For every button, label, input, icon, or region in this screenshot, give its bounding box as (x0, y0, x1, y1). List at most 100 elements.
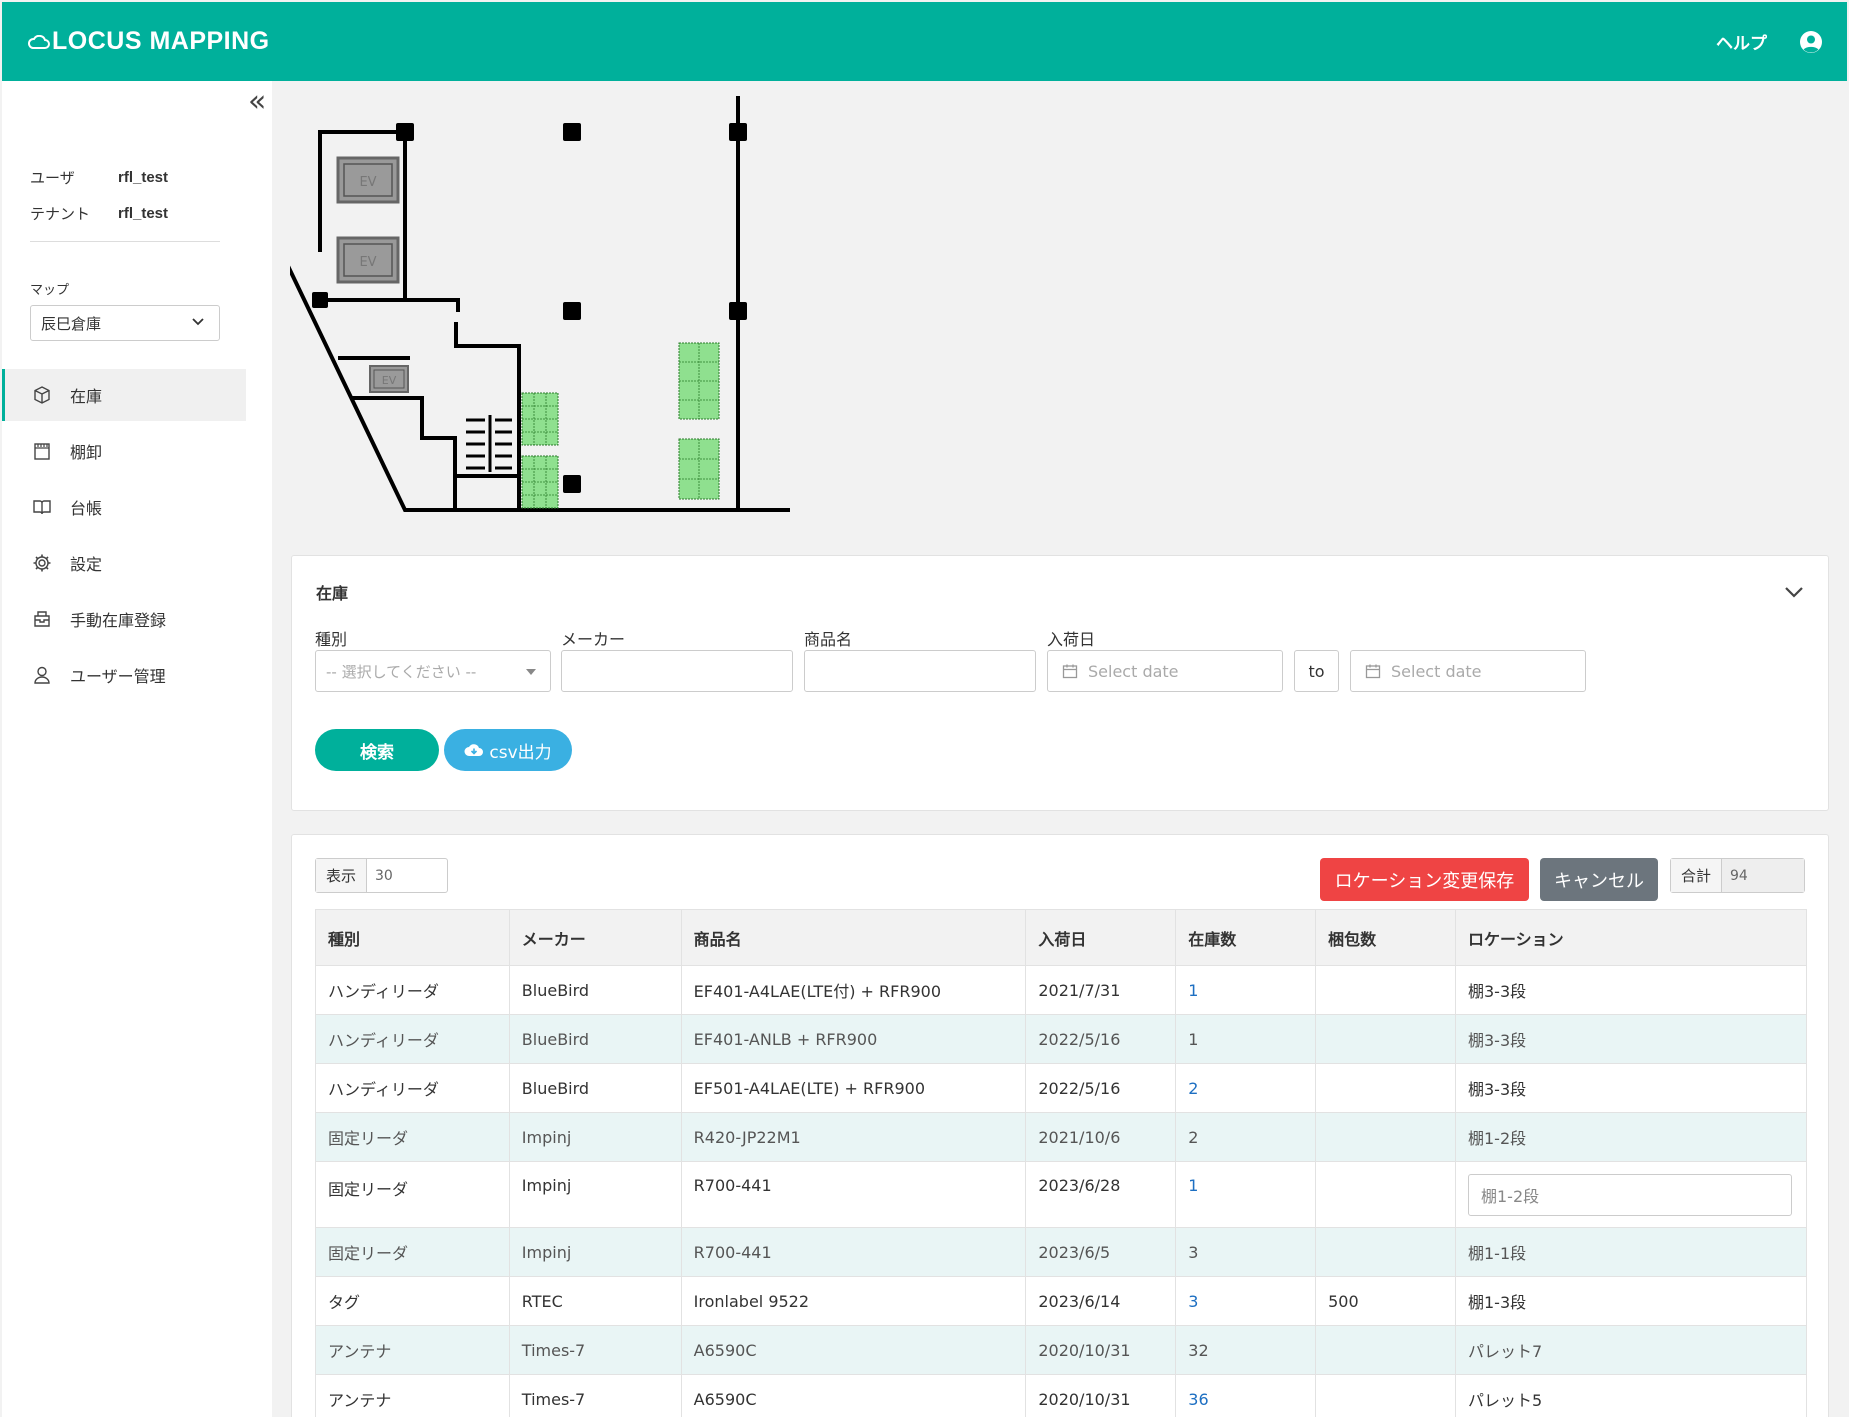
cell-date: 2020/10/31 (1025, 1374, 1177, 1417)
cell-location[interactable]: 棚1-1段 (1454, 1227, 1808, 1277)
chevron-down-icon[interactable] (1782, 580, 1806, 604)
chevron-down-icon (192, 318, 204, 326)
sidebar-item-manual-register[interactable]: 手動在庫登録 (2, 593, 246, 645)
page-size-label: 表示 (316, 859, 368, 892)
cell-location[interactable]: パレット7 (1454, 1325, 1808, 1375)
cell-stock-link[interactable]: 3 (1175, 1276, 1317, 1326)
sidebar-item-inventory[interactable]: 在庫 (2, 369, 246, 421)
table-row[interactable]: ハンディリーダ BlueBird EF401-A4LAE(LTE付) + RFR… (315, 965, 1808, 1015)
cell-pack (1315, 1014, 1456, 1064)
cell-type: タグ (315, 1276, 510, 1326)
tenant-value: rfl_test (118, 204, 169, 222)
sidebar-divider (30, 241, 220, 242)
table-row[interactable]: ハンディリーダ BlueBird EF401-ANLB + RFR900 202… (315, 1014, 1808, 1064)
cell-location[interactable]: 棚3-3段 (1454, 1063, 1808, 1113)
column-header-stock[interactable]: 在庫数 (1175, 909, 1317, 966)
cell-pack (1315, 1227, 1456, 1277)
cell-maker: RTEC (508, 1276, 682, 1326)
inventory-table: 種別 メーカー 商品名 入荷日 在庫数 梱包数 ロケーション ハンディリーダ B… (315, 909, 1808, 1417)
warehouse-map[interactable]: EV EV EV (290, 90, 800, 520)
search-button[interactable]: 検索 (315, 729, 439, 771)
cell-stock-link[interactable]: 3 (1175, 1227, 1317, 1277)
cell-stock-link[interactable]: 1 (1175, 1161, 1317, 1228)
location-edit-input[interactable]: 棚1-2段 (1467, 1173, 1792, 1216)
sidebar-item-stocktaking[interactable]: 棚卸 (2, 425, 246, 477)
book-icon (33, 500, 51, 515)
account-icon[interactable] (1799, 30, 1823, 54)
table-row[interactable]: タグ RTEC Ironlabel 9522 2023/6/14 3 500 棚… (315, 1276, 1808, 1326)
total-label: 合計 (1671, 859, 1723, 892)
cell-stock-link[interactable]: 2 (1175, 1063, 1317, 1113)
sidebar-item-label: 手動在庫登録 (70, 611, 167, 630)
maker-input[interactable] (561, 650, 793, 692)
maker-label: メーカー (561, 630, 626, 649)
page-size-input[interactable]: 30 (367, 859, 447, 892)
cell-pack (1315, 1063, 1456, 1113)
table-row[interactable]: 固定リーダ Impinj R420-JP22M1 2021/10/6 2 棚1-… (315, 1112, 1808, 1162)
csv-export-button[interactable]: csv出力 (444, 729, 572, 771)
cell-maker: Times-7 (508, 1325, 682, 1375)
cell-stock-link[interactable]: 32 (1175, 1325, 1317, 1375)
cell-location[interactable]: 棚3-3段 (1454, 1014, 1808, 1064)
column-header-product[interactable]: 商品名 (680, 909, 1027, 966)
date-to-input[interactable]: Select date (1350, 650, 1586, 692)
column-header-pack[interactable]: 梱包数 (1315, 909, 1456, 966)
calendar-icon (34, 443, 50, 460)
cell-pack (1315, 965, 1456, 1015)
cell-type: ハンディリーダ (315, 965, 510, 1015)
sidebar-item-user-management[interactable]: ユーザー管理 (2, 649, 246, 701)
cloud-icon (28, 34, 50, 49)
cancel-button[interactable]: キャンセル (1540, 858, 1658, 901)
cell-location[interactable]: 棚3-3段 (1454, 965, 1808, 1015)
cell-type: ハンディリーダ (315, 1063, 510, 1113)
cell-stock-link[interactable]: 1 (1175, 965, 1317, 1015)
cell-product: EF401-A4LAE(LTE付) + RFR900 (680, 965, 1027, 1015)
cell-location[interactable]: 棚1-3段 (1454, 1276, 1808, 1326)
product-label: 商品名 (804, 630, 853, 649)
type-select[interactable]: -- 選択してください -- (315, 650, 551, 692)
cell-stock-link[interactable]: 36 (1175, 1374, 1317, 1417)
total-value: 94 (1722, 859, 1805, 892)
panel-title: 在庫 (316, 584, 349, 603)
cell-location[interactable]: パレット5 (1454, 1374, 1808, 1417)
sidebar-item-ledger[interactable]: 台帳 (2, 481, 246, 533)
column-header-maker[interactable]: メーカー (508, 909, 682, 966)
sidebar-item-settings[interactable]: 設定 (2, 537, 246, 589)
cell-date: 2022/5/16 (1025, 1014, 1177, 1064)
cell-stock-link[interactable]: 1 (1175, 1014, 1317, 1064)
product-input[interactable] (804, 650, 1036, 692)
cell-maker: Impinj (508, 1161, 682, 1228)
cell-maker: Impinj (508, 1227, 682, 1277)
date-range-to: to (1294, 650, 1339, 692)
sidebar: « ユーザ rfl_test テナント rfl_test マップ 辰巳倉庫 在庫… (2, 81, 272, 1417)
collapse-sidebar-icon[interactable]: « (248, 87, 266, 117)
cloud-download-icon (464, 744, 484, 756)
cell-date: 2021/7/31 (1025, 965, 1177, 1015)
cell-date: 2023/6/28 (1025, 1161, 1177, 1228)
cell-date: 2023/6/14 (1025, 1276, 1177, 1326)
user-value: rfl_test (118, 168, 169, 186)
cell-stock-link[interactable]: 2 (1175, 1112, 1317, 1162)
cell-product: Ironlabel 9522 (680, 1276, 1027, 1326)
cell-type: ハンディリーダ (315, 1014, 510, 1064)
cell-location[interactable]: 棚1-2段 (1454, 1112, 1808, 1162)
column-header-type[interactable]: 種別 (315, 909, 510, 966)
help-link[interactable]: ヘルプ (1716, 29, 1767, 54)
table-row[interactable]: アンテナ Times-7 A6590C 2020/10/31 32 パレット7 (315, 1325, 1808, 1375)
cell-location: 棚1-2段 (1454, 1161, 1808, 1228)
save-location-button[interactable]: ロケーション変更保存 (1320, 858, 1529, 901)
table-row[interactable]: 固定リーダ Impinj R700-441 2023/6/28 1 棚1-2段 (315, 1161, 1808, 1228)
cell-product: EF501-A4LAE(LTE) + RFR900 (680, 1063, 1027, 1113)
table-row[interactable]: 固定リーダ Impinj R700-441 2023/6/5 3 棚1-1段 (315, 1227, 1808, 1277)
date-from-input[interactable]: Select date (1047, 650, 1283, 692)
column-header-arrival-date[interactable]: 入荷日 (1025, 909, 1177, 966)
map-select[interactable]: 辰巳倉庫 (30, 305, 220, 341)
inventory-table-panel: 表示 30 ロケーション変更保存 キャンセル 合計 94 種別 メーカー 商品名… (291, 834, 1829, 1417)
search-panel: 在庫 種別 -- 選択してください -- メーカー 商品名 入荷日 Select… (291, 555, 1829, 811)
cell-type: アンテナ (315, 1325, 510, 1375)
column-header-location[interactable]: ロケーション (1454, 909, 1808, 966)
app-logo[interactable]: LOCUS MAPPING (28, 27, 270, 56)
table-row[interactable]: ハンディリーダ BlueBird EF501-A4LAE(LTE) + RFR9… (315, 1063, 1808, 1113)
table-row[interactable]: アンテナ Times-7 A6590C 2020/10/31 36 パレット5 (315, 1374, 1808, 1417)
user-info: ユーザ rfl_test テナント rfl_test (30, 159, 168, 231)
